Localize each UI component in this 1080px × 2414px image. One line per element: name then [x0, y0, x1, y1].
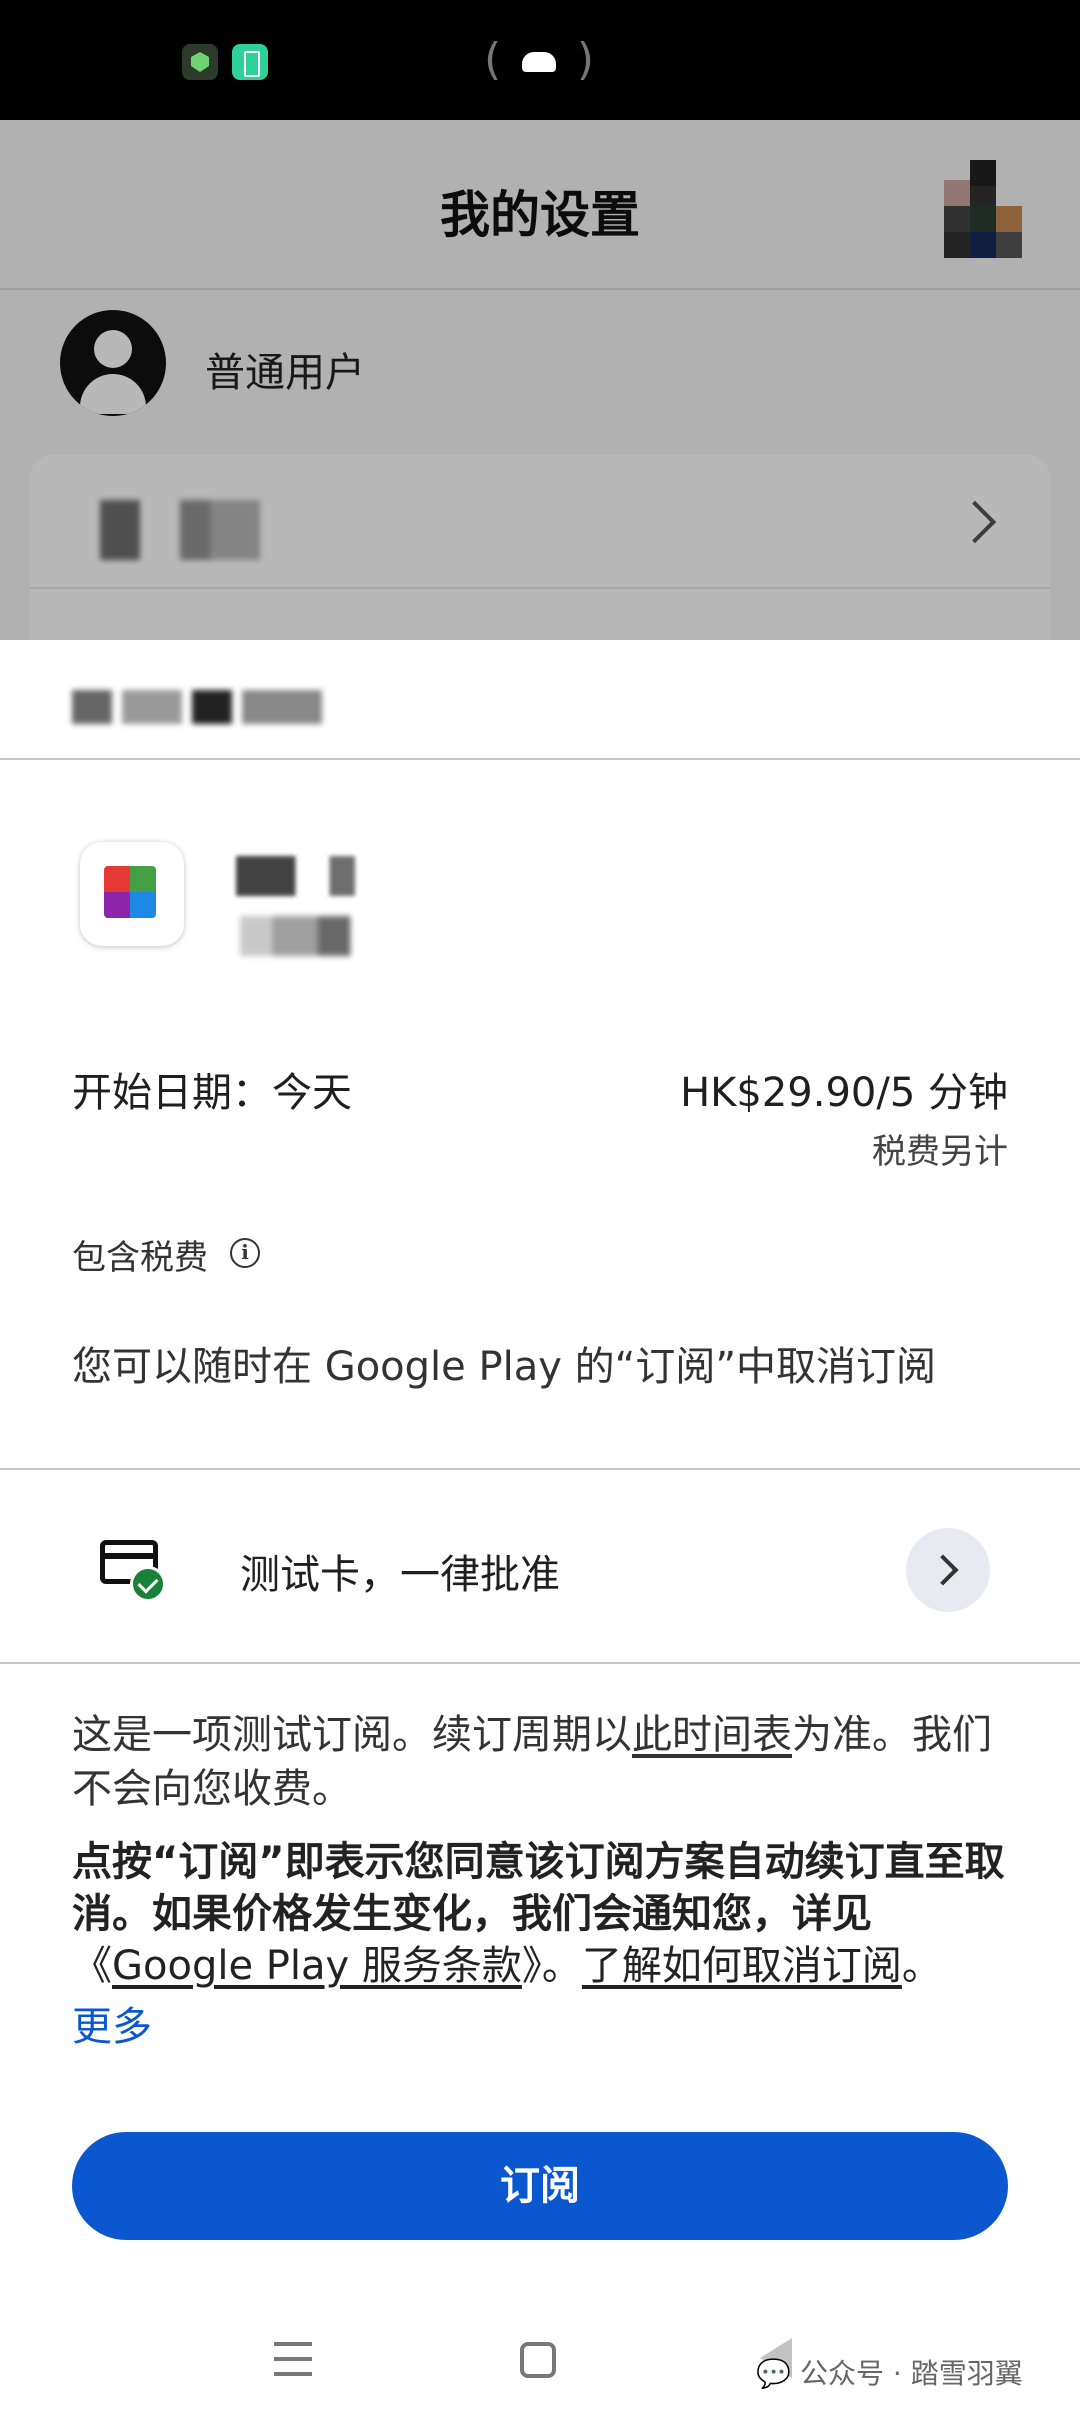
terms-links: 《Google Play 服务条款》。了解如何取消订阅。 [72, 1943, 942, 1989]
divider [0, 758, 1080, 760]
start-date: 开始日期：今天 [72, 1070, 352, 1116]
cloud-hotspot-icon [522, 52, 556, 72]
schedule-link[interactable]: 此时间表 [632, 1712, 792, 1758]
app-name-redacted [236, 856, 406, 896]
how-to-cancel-link[interactable]: 了解如何取消订阅 [582, 1943, 902, 1989]
info-icon[interactable]: i [230, 1238, 260, 1268]
payment-method-label: 测试卡，一律批准 [240, 1552, 560, 1598]
shield-icon [182, 44, 218, 80]
google-play-subscription-sheet: 开始日期：今天 HK$29.90/5 分钟 税费另计 包含税费 i 您可以随时在… [0, 640, 1080, 2414]
app-subtitle-redacted [240, 916, 370, 956]
check-circle-icon [130, 1566, 166, 1602]
tax-extra-note: 税费另计 [872, 1132, 1008, 1172]
watermark: 💬 公众号 · 踏雪羽翼 [756, 2357, 1023, 2390]
google-play-logo-redacted [72, 680, 332, 730]
home-icon[interactable] [520, 2342, 556, 2378]
payment-method-row[interactable]: 测试卡，一律批准 [0, 1472, 1080, 1668]
more-link[interactable]: 更多 [72, 1994, 152, 2052]
app-icon [80, 842, 184, 946]
hotspot-indicator: ( ) [484, 34, 594, 85]
divider [0, 1468, 1080, 1470]
status-bar: ( ) [0, 0, 1080, 120]
test-subscription-note: 这是一项测试订阅。续订周期以此时间表为准。我们不会向您收费。 [72, 1712, 992, 1812]
tax-included-label: 包含税费 [72, 1238, 208, 1278]
modal-scrim[interactable] [0, 120, 1080, 640]
subscribe-button[interactable]: 订阅 [72, 2132, 1008, 2240]
divider [0, 1662, 1080, 1664]
terms-of-service-link[interactable]: Google Play 服务条款 [112, 1943, 522, 1989]
wechat-logo-icon: 💬 [756, 2357, 791, 2390]
price: HK$29.90/5 分钟 [680, 1070, 1008, 1116]
cancel-note: 您可以随时在 Google Play 的“订阅”中取消订阅 [72, 1344, 937, 1390]
battery-saver-icon [232, 44, 268, 80]
navigation-bar: 💬 公众号 · 踏雪羽翼 [0, 2300, 1080, 2414]
auto-renew-terms: 点按“订阅”即表示您同意该订阅方案自动续订直至取消。如果价格发生变化，我们会通知… [72, 1839, 1005, 1937]
recent-apps-icon[interactable] [274, 2342, 312, 2376]
payment-method-chevron-button[interactable] [906, 1528, 990, 1612]
